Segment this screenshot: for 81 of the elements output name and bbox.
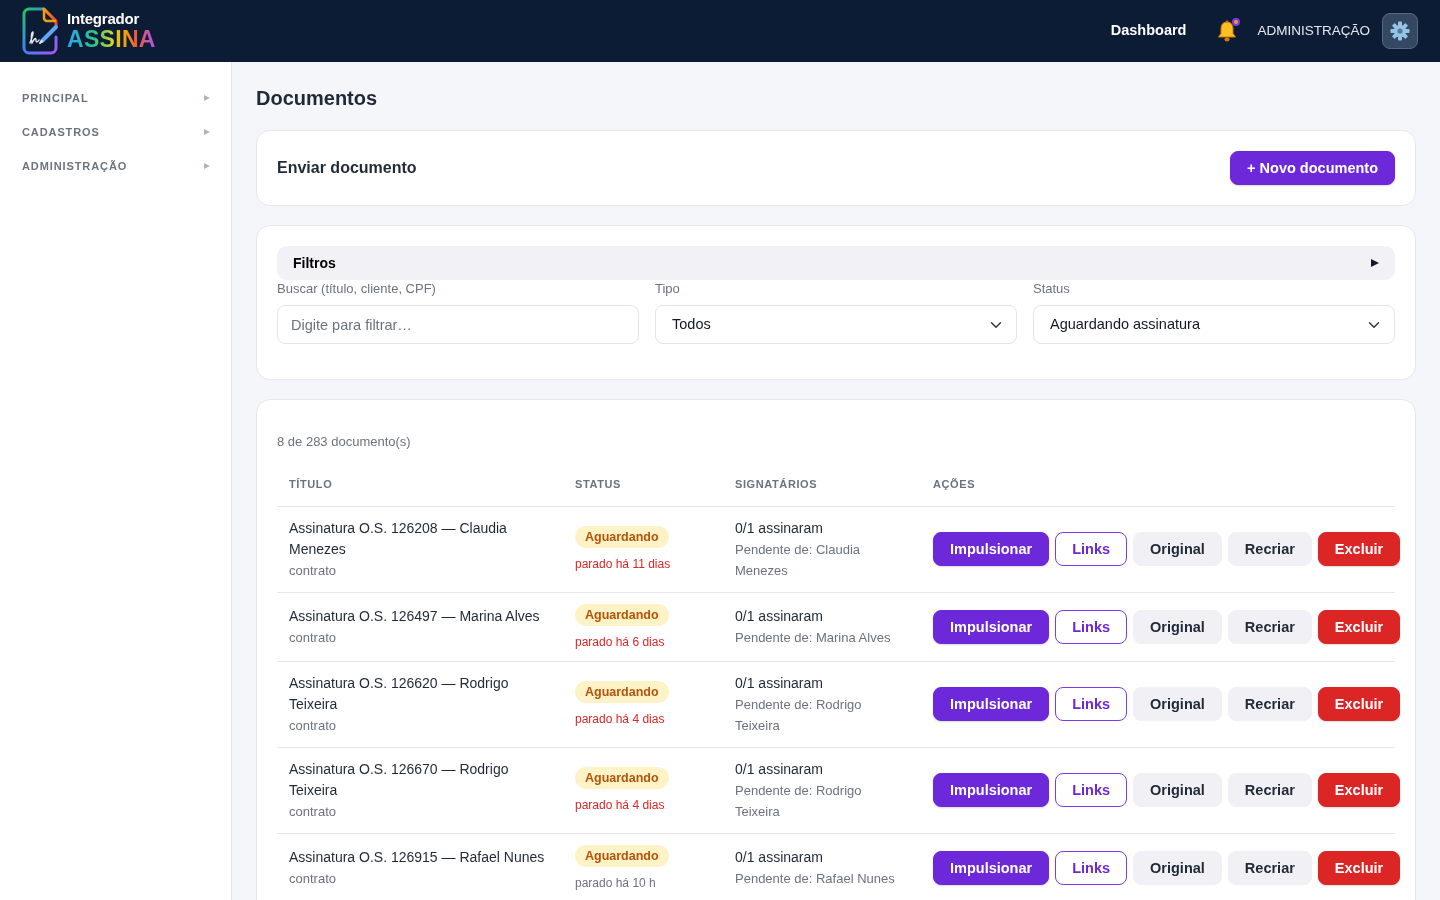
document-type: contrato	[289, 869, 337, 888]
action-button[interactable]: Links	[1055, 532, 1128, 566]
pending-signers: Pendente de: Rodrigo Teixeira	[735, 695, 863, 735]
action-button[interactable]: Excluir	[1317, 773, 1401, 807]
field-label: Buscar (título, cliente, CPF)	[277, 281, 437, 297]
status-badge: Aguardando	[575, 844, 669, 867]
nav-link[interactable]: Dashboard	[1110, 20, 1187, 42]
document-title: Assinatura O.S. 126620 — Rodrigo Teixeira	[289, 673, 510, 714]
action-button[interactable]: Recriar	[1227, 773, 1312, 807]
idle-time: parado há 6 dias	[575, 633, 666, 650]
action-button[interactable]: Recriar	[1227, 609, 1312, 644]
document-type: contrato	[289, 628, 337, 647]
caret-icon	[1371, 259, 1379, 267]
action-button[interactable]: Links	[1055, 773, 1128, 807]
sidebar-item[interactable]: CADASTROS	[22, 115, 209, 149]
action-button[interactable]: Original	[1133, 532, 1222, 566]
new-document-button[interactable]: + Novo documento	[1230, 151, 1395, 185]
settings-icon	[1390, 21, 1410, 41]
column-header: AÇÕES	[921, 463, 1395, 506]
page-title: Documentos	[256, 86, 379, 110]
action-button[interactable]: Impulsionar	[933, 609, 1050, 644]
signature-count: 0/1 assinaram	[735, 759, 824, 779]
user-label: ADMINISTRAÇÃO	[1257, 21, 1370, 40]
action-button[interactable]: Impulsionar	[933, 687, 1050, 721]
action-button[interactable]: Recriar	[1227, 532, 1312, 566]
idle-time: parado há 4 dias	[575, 711, 666, 727]
select-field[interactable]: Aguardando assinatura	[1033, 305, 1395, 344]
settings-button[interactable]	[1382, 13, 1418, 49]
pending-signers: Pendente de: Marina Alves	[735, 628, 892, 647]
action-button[interactable]: Original	[1133, 609, 1222, 644]
document-type: contrato	[289, 716, 337, 735]
action-button[interactable]: Impulsionar	[933, 850, 1050, 885]
action-button[interactable]: Impulsionar	[933, 532, 1050, 566]
pending-signers: Pendente de: Rafael Nunes	[735, 869, 896, 888]
idle-time: parado há 4 dias	[575, 797, 666, 813]
pending-signers: Pendente de: Claudia Menezes	[735, 540, 862, 580]
action-button[interactable]: Recriar	[1227, 687, 1312, 721]
field-label: Tipo	[655, 281, 681, 297]
action-button[interactable]: Links	[1055, 850, 1128, 885]
signature-count: 0/1 assinaram	[735, 606, 824, 626]
result-count: 8 de 283 documento(s)	[277, 434, 412, 450]
column-header: STATUS	[563, 463, 723, 506]
card-title: Enviar documento	[277, 158, 417, 178]
search-field[interactable]: Digite para filtrar…	[277, 305, 639, 344]
action-button[interactable]: Links	[1055, 609, 1128, 644]
document-title: Assinatura O.S. 126208 — Claudia Menezes	[289, 518, 508, 559]
action-button[interactable]: Impulsionar	[933, 773, 1050, 807]
signature-count: 0/1 assinaram	[735, 518, 824, 538]
sidebar-item[interactable]: ADMINISTRAÇÃO	[22, 149, 209, 183]
idle-time: parado há 11 dias	[575, 556, 672, 572]
status-badge: Aguardando	[575, 526, 669, 548]
document-title: Assinatura O.S. 126670 — Rodrigo Teixeira	[289, 759, 510, 800]
status-badge: Aguardando	[575, 603, 669, 626]
column-header: TÍTULO	[277, 463, 563, 506]
status-badge: Aguardando	[575, 681, 669, 703]
idle-time: parado há 10 h	[575, 874, 657, 891]
action-button[interactable]: Original	[1133, 773, 1222, 807]
brand-name: Integrador	[67, 9, 140, 27]
column-header: SIGNATÁRIOS	[723, 463, 921, 506]
action-button[interactable]: Original	[1133, 850, 1222, 885]
action-button[interactable]: Original	[1133, 687, 1222, 721]
logo-icon	[22, 7, 59, 55]
field-label: Status	[1033, 281, 1071, 297]
document-type: contrato	[289, 802, 337, 821]
sidebar-item[interactable]: PRINCIPAL	[22, 81, 209, 115]
document-title: Assinatura O.S. 126497 — Marina Alves	[289, 606, 541, 626]
status-badge: Aguardando	[575, 767, 669, 789]
filters-toggle[interactable]: Filtros	[277, 246, 1395, 280]
pending-signers: Pendente de: Rodrigo Teixeira	[735, 781, 863, 821]
action-button[interactable]: Excluir	[1317, 850, 1401, 885]
action-button[interactable]: Excluir	[1317, 532, 1401, 566]
bell-icon[interactable]	[1216, 20, 1239, 43]
document-title: Assinatura O.S. 126915 — Rafael Nunes	[289, 847, 546, 867]
action-button[interactable]: Links	[1055, 687, 1128, 721]
signature-count: 0/1 assinaram	[735, 673, 824, 693]
action-button[interactable]: Excluir	[1317, 609, 1401, 644]
action-button[interactable]: Recriar	[1227, 850, 1312, 885]
signature-count: 0/1 assinaram	[735, 847, 824, 867]
action-button[interactable]: Excluir	[1317, 687, 1401, 721]
document-type: contrato	[289, 561, 337, 580]
select-field[interactable]: Todos	[655, 305, 1017, 344]
